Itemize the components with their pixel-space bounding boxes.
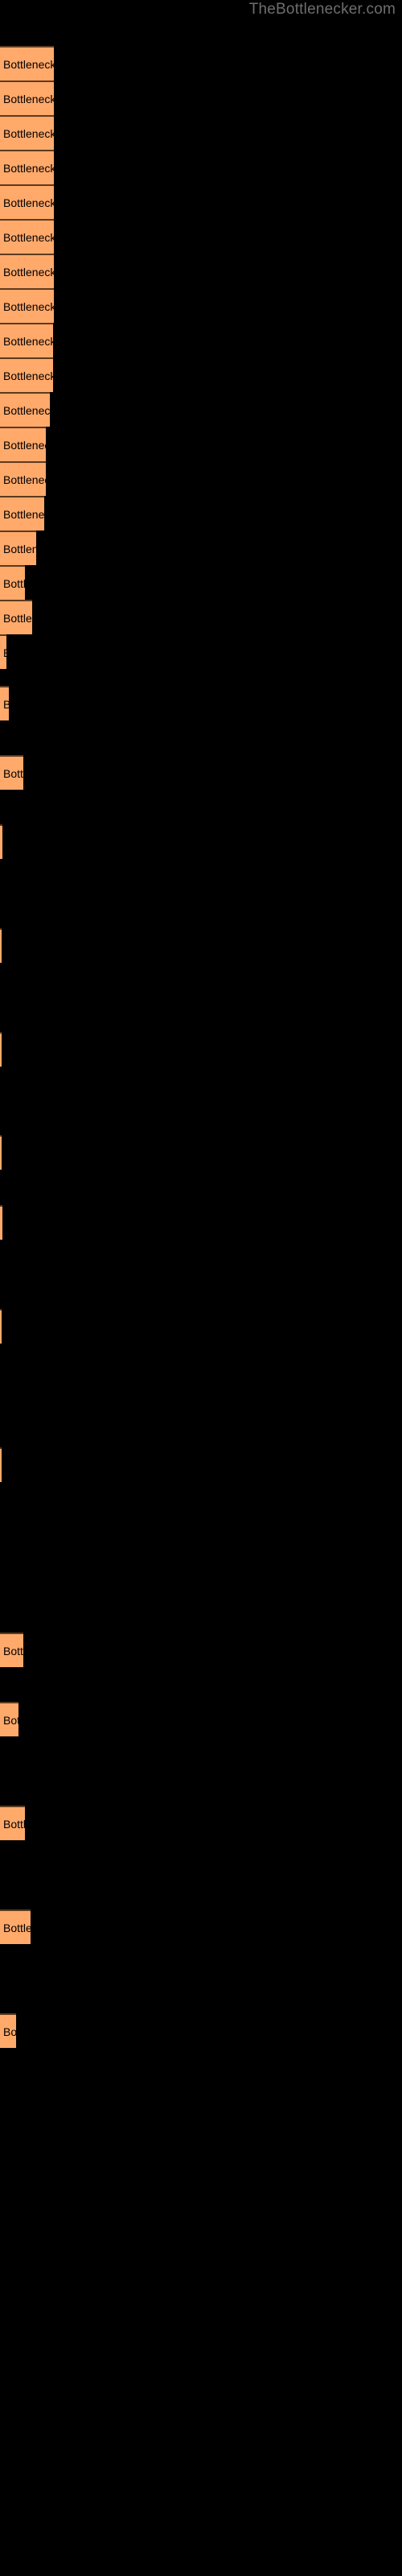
bottleneck-bar-chart: Bottleneck result Bottleneck result Bottle… [0,0,402,2576]
bar-row: Bottleneck result [0,184,54,219]
bar-row: Bottleneck result [0,1702,18,1736]
bar-row: Bottleneck result [0,1135,2,1170]
bar[interactable]: Bottleneck result [0,461,46,496]
bar-label: Bottleneck result [3,161,54,175]
bar-label: Bottleneck result [3,92,54,105]
bar-label: Bottleneck result [3,403,50,417]
bar-label: Bottleneck result [3,507,44,521]
bar-row: Bottleneck result [0,1806,25,1840]
bar[interactable]: Bottleneck result [0,686,9,720]
bar-row: Bottleneck result [0,219,54,254]
bar-label: Bottleneck result [3,1644,23,1657]
bar-row: Bottleneck result [0,1205,2,1240]
bar[interactable]: Bottleneck result [0,600,32,634]
bar-row: Bottleneck result [0,755,23,790]
bar-label: Bottleneck result [3,473,46,486]
bar-row: Bottleneck result [0,323,53,357]
bar[interactable]: Bottleneck result [0,1633,23,1667]
bar-label: Bottleneck result [3,1921,31,1934]
bar[interactable]: Bottleneck result [0,150,54,184]
bar[interactable]: Bottleneck result [0,1447,2,1482]
bar-label: Bottleneck result [3,611,32,625]
bar-row: Bottleneck result [0,288,54,323]
bar[interactable]: Bottleneck result [0,219,54,254]
bar-row: Bottleneck result [0,1909,31,1944]
bar[interactable]: Bottleneck result [0,2013,16,2048]
bar[interactable]: Bottleneck result [0,496,44,530]
bar[interactable]: Bottleneck result [0,1205,2,1240]
bar-label: Bottleneck result [3,766,23,780]
bar[interactable]: Bottleneck result [0,46,54,80]
bar[interactable]: Bottleneck result [0,184,54,219]
bar-label: Bottleneck result [3,1713,18,1727]
bar-row: Bottleneck result [0,392,50,427]
bar-row: Bottleneck result [0,496,44,530]
bar-label: Bottleneck result [3,1817,25,1831]
bar[interactable]: Bottleneck result [0,634,6,669]
bar-row: Bottleneck result [0,254,54,288]
bar-row: Bottleneck result [0,357,53,392]
bar[interactable]: Bottleneck result [0,1309,2,1344]
bar[interactable]: Bottleneck result [0,755,23,790]
bar-row: Bottleneck result [0,565,25,600]
bar-row: Bottleneck result [0,600,32,634]
bar-label: Bottleneck result [3,196,54,209]
bar-label: Bottleneck result [3,126,54,140]
bar-row: Bottleneck result [0,1309,2,1344]
bar-label: Bottleneck result [3,438,46,452]
bar[interactable]: Bottleneck result [0,80,54,115]
bar[interactable]: Bottleneck result [0,254,54,288]
bar[interactable]: Bottleneck result [0,1806,25,1840]
bar-label: Bottleneck result [3,542,36,555]
bar-label: Bottleneck result [3,265,54,279]
bar-row: Bottleneck result [0,1447,2,1482]
bar[interactable]: Bottleneck result [0,392,50,427]
bar-row: Bottleneck result [0,80,54,115]
bar-row: Bottleneck result [0,928,2,963]
bar-label: Bottleneck result [3,230,54,244]
bar-label: Bottleneck result [3,576,25,590]
bar-row: Bottleneck result [0,150,54,184]
bar[interactable]: Bottleneck result [0,824,2,859]
bar-row: Bottleneck result [0,1032,2,1067]
bar[interactable]: Bottleneck result [0,357,53,392]
bar[interactable]: Bottleneck result [0,1032,2,1067]
bar[interactable]: Bottleneck result [0,115,54,150]
bar[interactable]: Bottleneck result [0,427,46,461]
bar[interactable]: Bottleneck result [0,928,2,963]
bar-row: Bottleneck result [0,427,46,461]
bar[interactable]: Bottleneck result [0,1909,31,1944]
bar-row: Bottleneck result [0,115,54,150]
bar[interactable]: Bottleneck result [0,1702,18,1736]
bar-label: Bottleneck result [3,2025,16,2038]
bar-label: Bottleneck result [3,299,54,313]
bar[interactable]: Bottleneck result [0,288,54,323]
bar-label: Bottleneck result [3,57,54,71]
bar-row: Bottleneck result [0,2013,16,2048]
bar[interactable]: Bottleneck result [0,1135,2,1170]
bar-row: Bottleneck result [0,461,46,496]
bar[interactable]: Bottleneck result [0,565,25,600]
bar-label: Bottleneck result [3,646,6,659]
bar-row: Bottleneck result [0,824,2,859]
bar-row: Bottleneck result [0,1633,23,1667]
bar-label: Bottleneck result [3,334,53,348]
bar-row: Bottleneck result [0,686,9,720]
bar[interactable]: Bottleneck result [0,323,53,357]
bar-row: Bottleneck result [0,46,54,80]
bar[interactable]: Bottleneck result [0,530,36,565]
bar-row: Bottleneck result [0,634,6,669]
bar-row: Bottleneck result [0,530,36,565]
bar-label: Bottleneck result [3,698,9,711]
bar-label: Bottleneck result [3,369,53,382]
